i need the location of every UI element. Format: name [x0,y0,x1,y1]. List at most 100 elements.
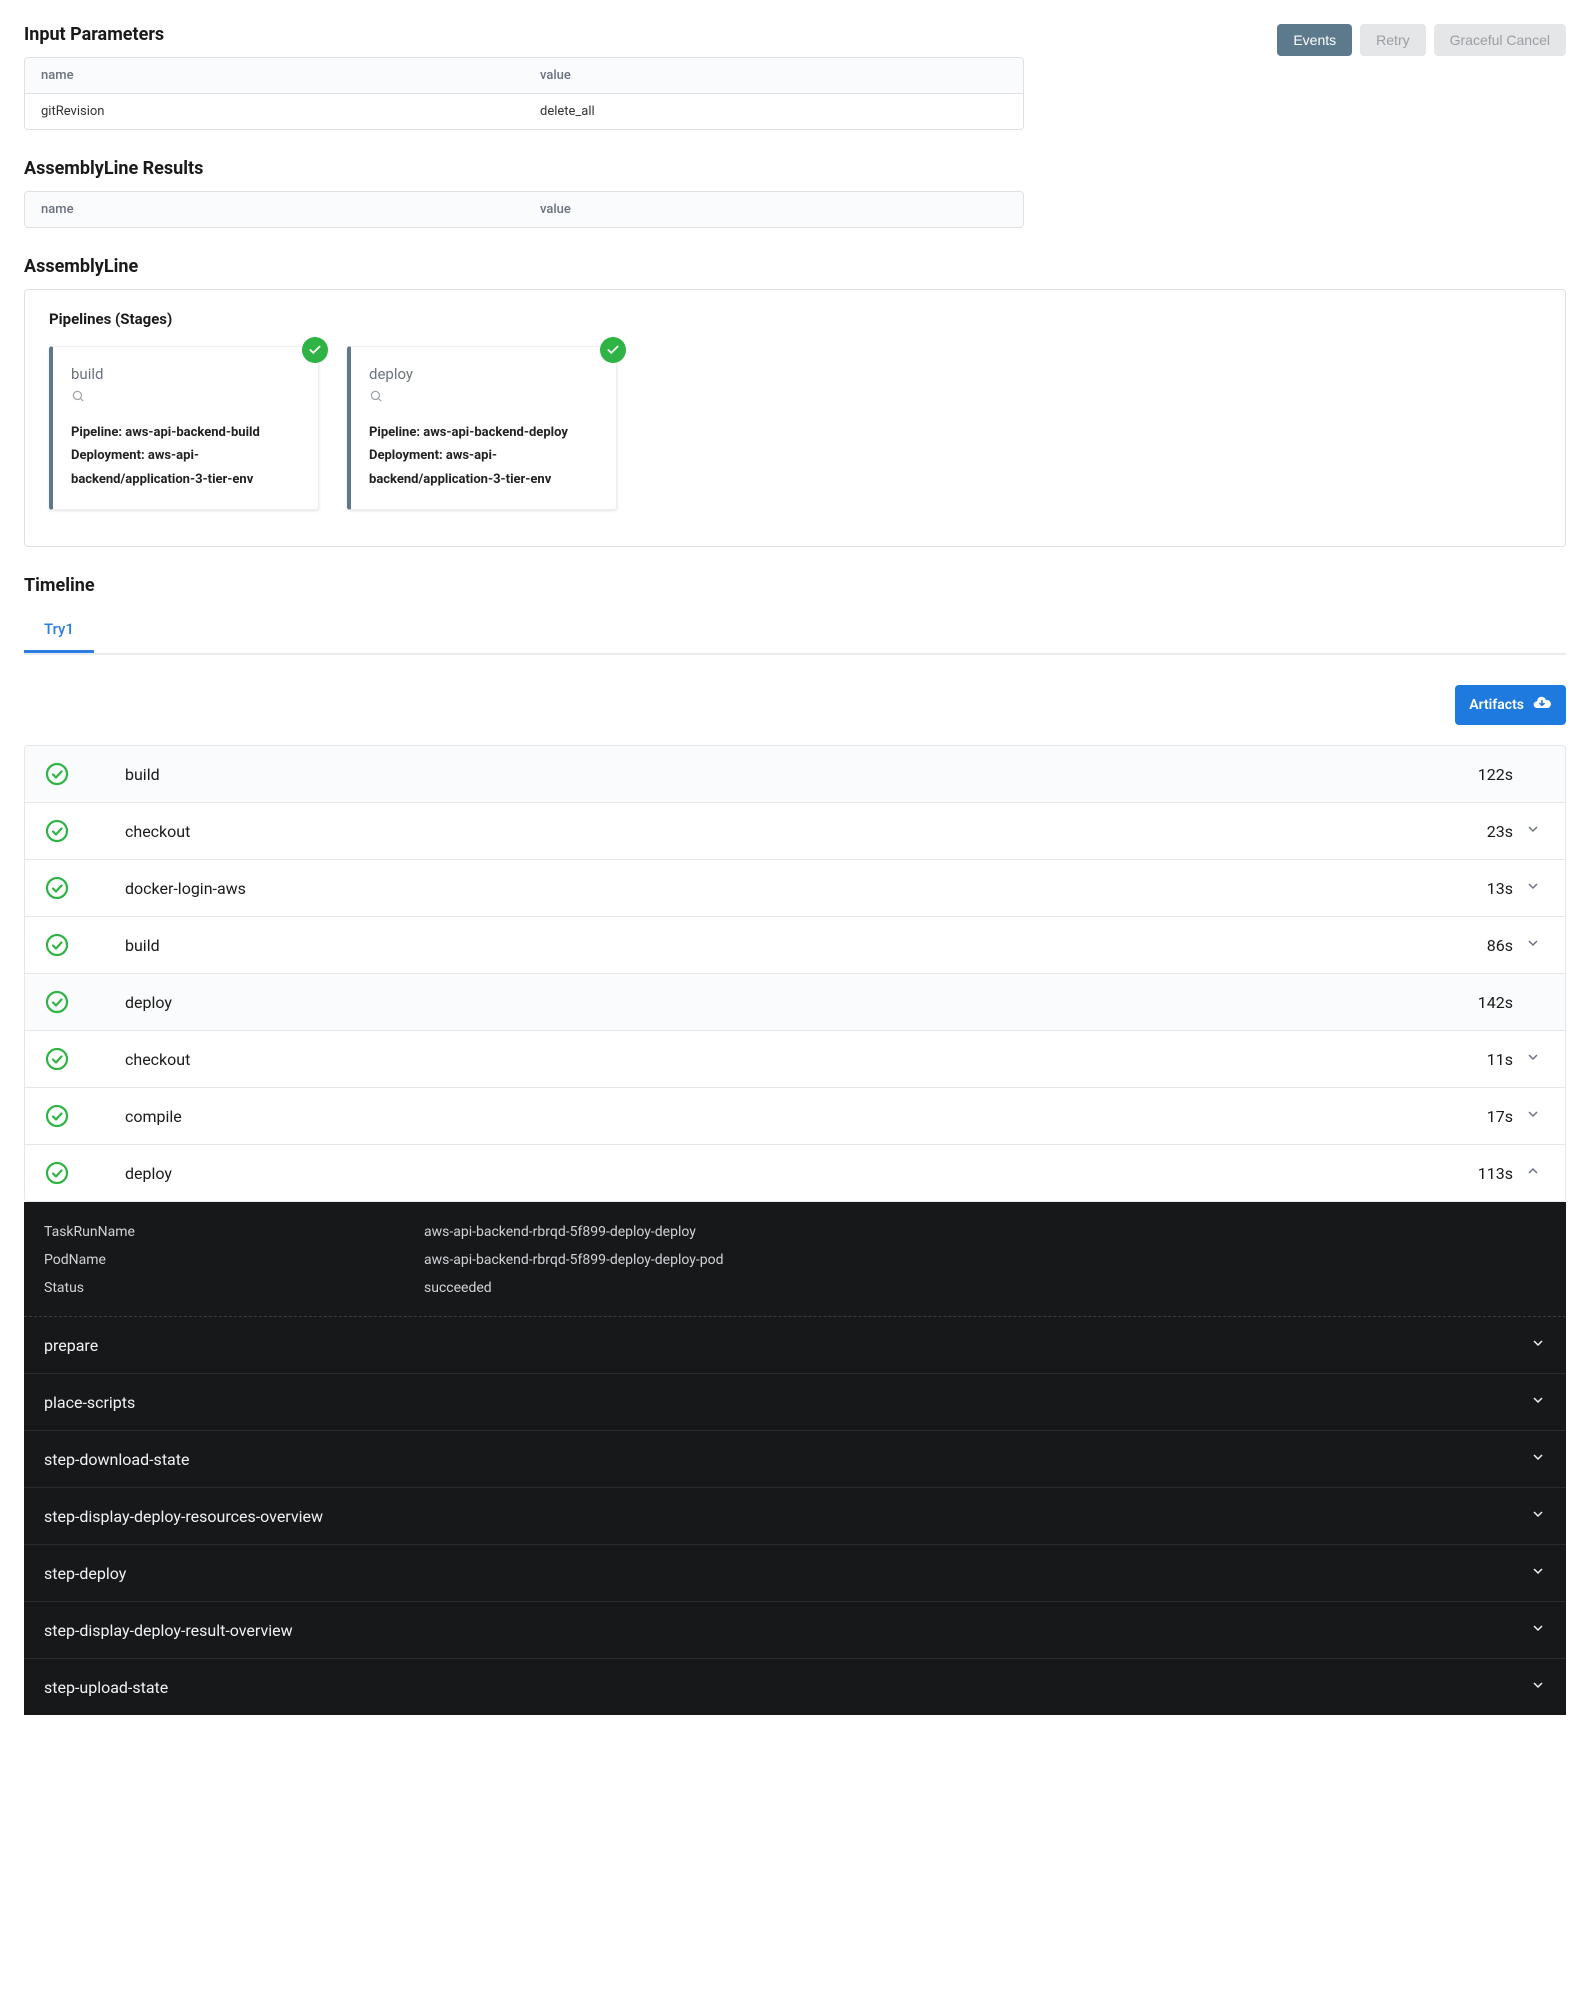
pipeline-meta: Pipeline: aws-api-backend-deploy Deploym… [369,421,598,491]
success-check-icon [45,990,125,1014]
meta-value: aws-api-backend-rbrqd-5f899-deploy-deplo… [424,1252,723,1268]
pipelines-title: Pipelines (Stages) [49,310,1541,328]
chevron-down-icon [1530,1620,1546,1640]
chevron-down-icon [1530,1449,1546,1469]
graceful-cancel-button[interactable]: Graceful Cancel [1434,24,1566,56]
pipeline-stage-name: deploy [369,365,598,383]
success-check-icon [45,762,125,786]
step-name: deploy [125,993,1478,1012]
pipeline-card-deploy[interactable]: deploy Pipeline: aws-api-backend-deploy … [347,346,617,510]
step-duration: 17s [1487,1107,1513,1126]
step-name: checkout [125,1050,1487,1069]
assembly-heading: AssemblyLine [24,256,1566,277]
meta-value: succeeded [424,1280,492,1296]
deploy-detail-panel: TaskRunNameaws-api-backend-rbrqd-5f899-d… [24,1202,1566,1715]
substep-row[interactable]: step-upload-state [24,1658,1566,1715]
success-badge-icon [600,337,626,363]
pipeline-stage-name: build [71,365,300,383]
action-buttons: Events Retry Graceful Cancel [1277,24,1566,56]
chevron-up-icon[interactable] [1525,1163,1545,1183]
chevron-down-icon [1530,1392,1546,1412]
meta-key: PodName [44,1252,424,1268]
step-duration: 86s [1487,936,1513,955]
substep-name: place-scripts [44,1393,135,1412]
substep-name: step-upload-state [44,1678,168,1697]
meta-key: TaskRunName [44,1224,424,1240]
artifacts-button[interactable]: Artifacts [1455,685,1566,725]
timeline-group-row: deploy142s [25,974,1565,1031]
col-name: name [25,192,524,227]
substep-row[interactable]: step-display-deploy-result-overview [24,1601,1566,1658]
substep-name: step-deploy [44,1564,126,1583]
tab-try1[interactable]: Try1 [24,608,94,653]
substep-row[interactable]: step-display-deploy-resources-overview [24,1487,1566,1544]
artifacts-label: Artifacts [1469,697,1524,713]
success-badge-icon [302,337,328,363]
timeline-step-row[interactable]: compile17s [25,1088,1565,1145]
timeline-step-row[interactable]: checkout11s [25,1031,1565,1088]
timeline-step-row[interactable]: checkout23s [25,803,1565,860]
pipeline-meta: Pipeline: aws-api-backend-build Deployme… [71,421,300,491]
substep-row[interactable]: place-scripts [24,1373,1566,1430]
substep-row[interactable]: step-deploy [24,1544,1566,1601]
chevron-down-icon [1530,1506,1546,1526]
assembly-results-table: name value [24,191,1024,228]
timeline-heading: Timeline [24,575,1566,596]
step-name: build [125,936,1487,955]
chevron-down-icon [1530,1335,1546,1355]
step-name: checkout [125,822,1487,841]
meta-row: TaskRunNameaws-api-backend-rbrqd-5f899-d… [44,1218,1546,1246]
step-name: build [125,765,1478,784]
chevron-down-icon[interactable] [1525,1106,1545,1126]
chevron-down-icon[interactable] [1525,821,1545,841]
col-name: name [25,58,524,93]
step-duration: 113s [1478,1164,1513,1183]
chevron-down-icon [1530,1677,1546,1697]
timeline-table: build122scheckout23sdocker-login-aws13sb… [24,745,1566,1202]
step-name: deploy [125,1164,1478,1183]
magnifier-icon[interactable] [71,389,300,407]
success-check-icon [45,819,125,843]
assembly-results-heading: AssemblyLine Results [24,158,1566,179]
timeline-tabs: Try1 [24,608,1566,655]
timeline-step-row[interactable]: docker-login-aws13s [25,860,1565,917]
pipeline-card-build[interactable]: build Pipeline: aws-api-backend-build De… [49,346,319,510]
step-duration: 142s [1478,993,1513,1012]
success-check-icon [45,876,125,900]
timeline-step-row[interactable]: build86s [25,917,1565,974]
timeline-group-row: build122s [25,746,1565,803]
col-value: value [524,58,1023,93]
step-duration: 11s [1487,1050,1513,1069]
events-button[interactable]: Events [1277,24,1352,56]
chevron-down-icon[interactable] [1525,878,1545,898]
step-name: docker-login-aws [125,879,1487,898]
magnifier-icon[interactable] [369,389,598,407]
step-duration: 23s [1487,822,1513,841]
success-check-icon [45,1104,125,1128]
step-duration: 13s [1487,879,1513,898]
success-check-icon [45,933,125,957]
meta-value: aws-api-backend-rbrqd-5f899-deploy-deplo… [424,1224,696,1240]
substep-name: prepare [44,1336,98,1355]
substep-name: step-display-deploy-resources-overview [44,1507,323,1526]
input-parameters-heading: Input Parameters [24,24,1257,45]
param-name: gitRevision [25,94,524,129]
meta-row: Statussucceeded [44,1274,1546,1302]
step-name: compile [125,1107,1487,1126]
param-value: delete_all [524,94,1023,129]
chevron-down-icon [1530,1563,1546,1583]
timeline-step-row[interactable]: deploy113s [25,1145,1565,1201]
substep-row[interactable]: step-download-state [24,1430,1566,1487]
substep-row[interactable]: prepare [24,1317,1566,1373]
chevron-down-icon[interactable] [1525,935,1545,955]
pipelines-box: Pipelines (Stages) build Pipeline: aws-a… [24,289,1566,547]
col-value: value [524,192,1023,227]
chevron-down-icon[interactable] [1525,1049,1545,1069]
cloud-download-icon [1532,693,1552,717]
retry-button[interactable]: Retry [1360,24,1425,56]
table-row: gitRevision delete_all [25,94,1023,129]
meta-row: PodNameaws-api-backend-rbrqd-5f899-deplo… [44,1246,1546,1274]
substep-name: step-display-deploy-result-overview [44,1621,293,1640]
step-duration: 122s [1478,765,1513,784]
success-check-icon [45,1047,125,1071]
